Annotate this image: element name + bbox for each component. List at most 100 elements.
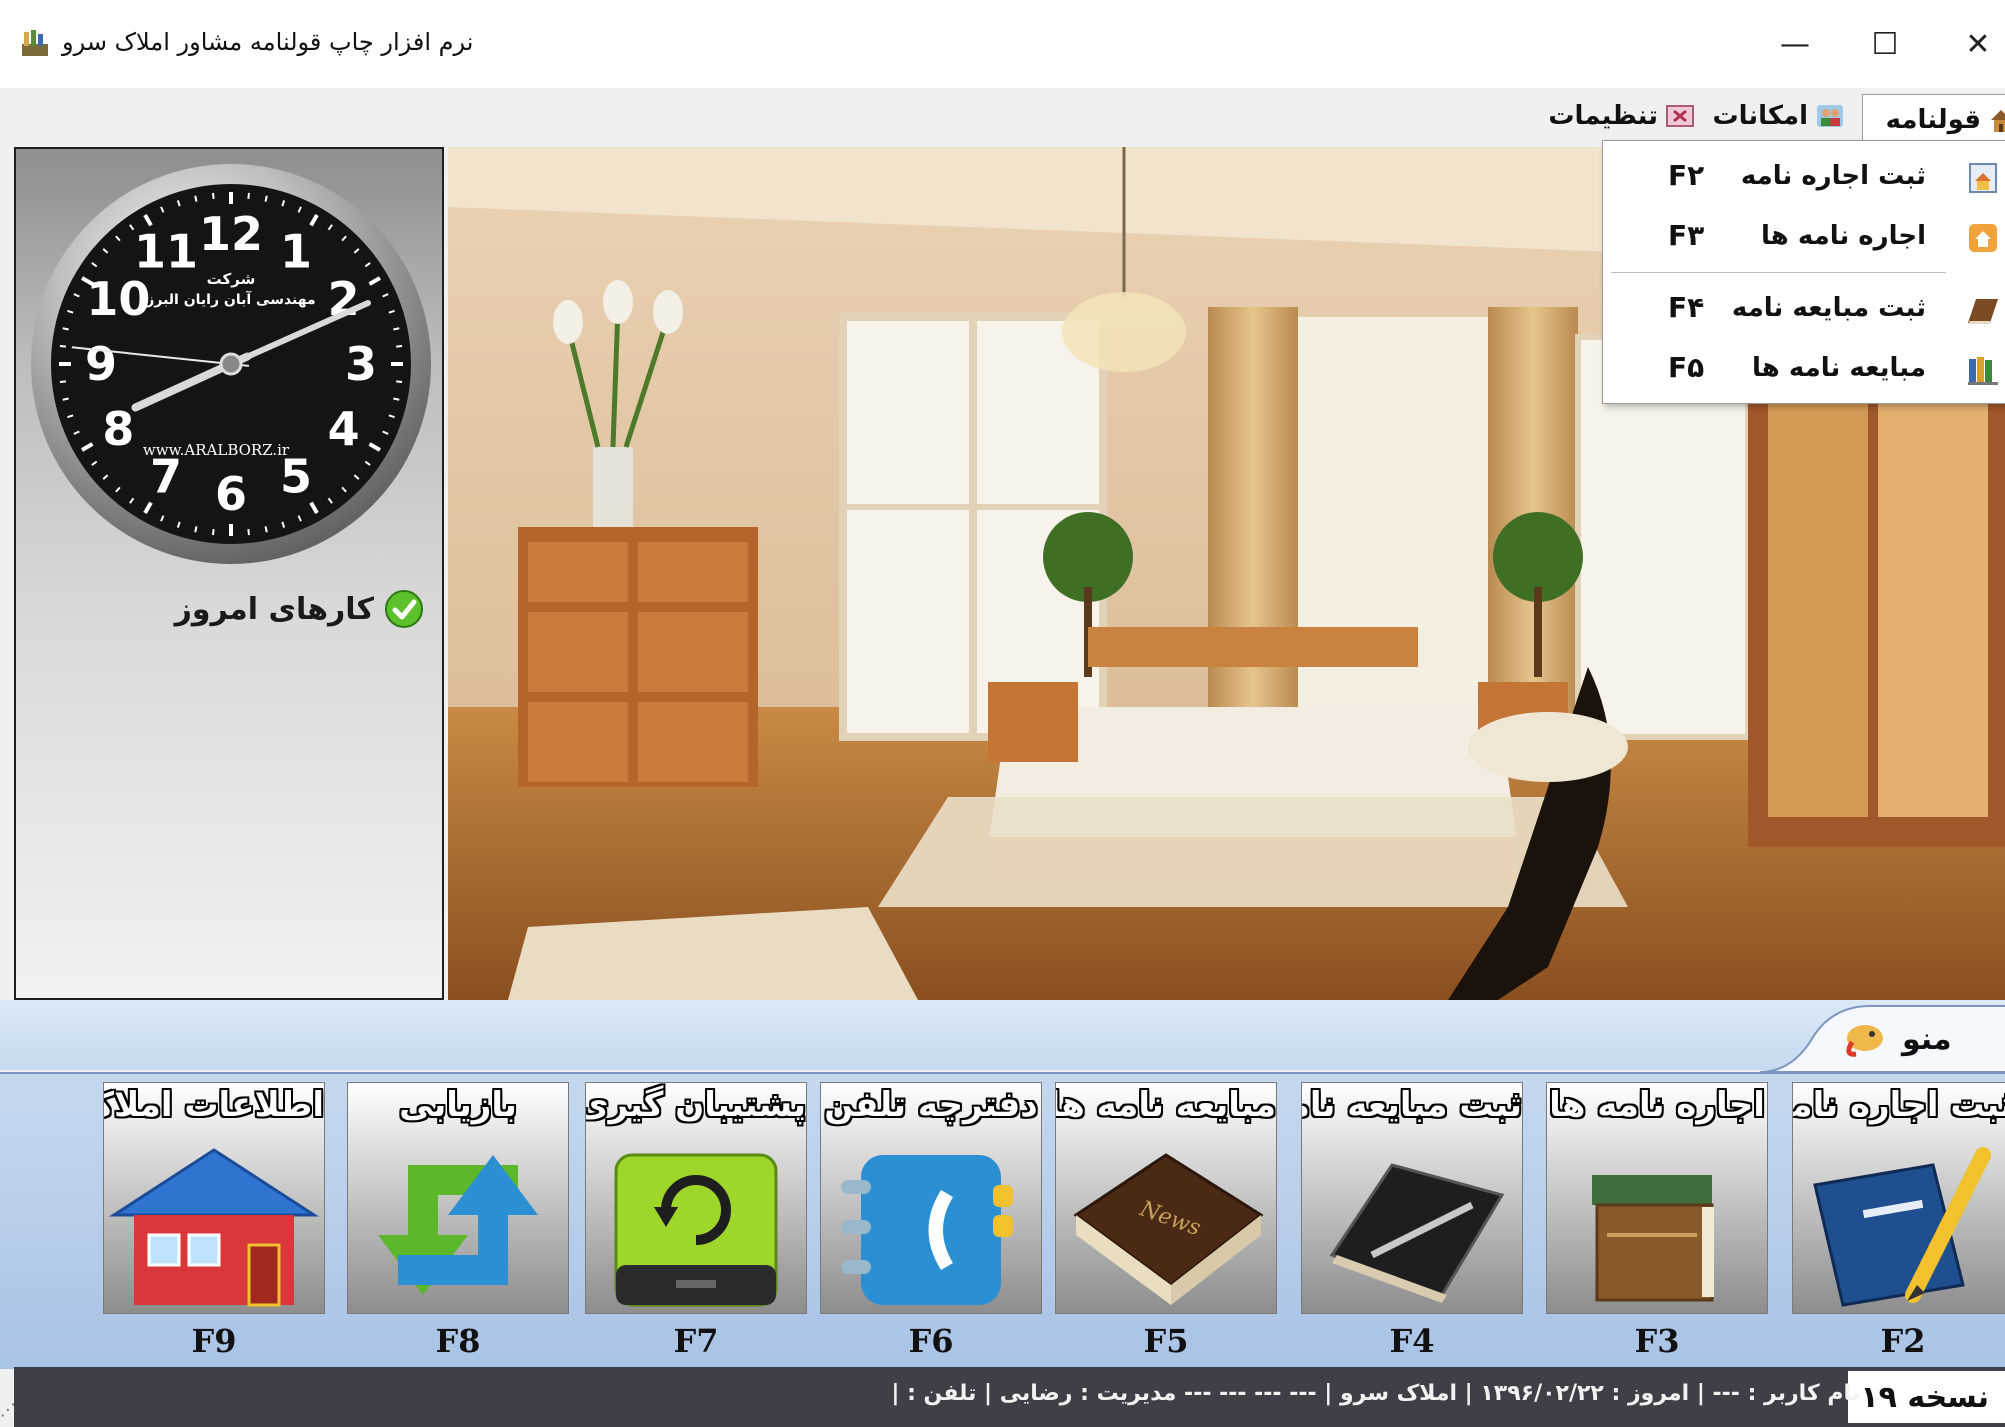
tile-label: بازیابی	[399, 1085, 517, 1125]
tile-restore[interactable]: بازیابی	[347, 1082, 569, 1314]
clock-number: 6	[215, 467, 247, 521]
users-icon	[1817, 105, 1843, 127]
dropdown-item-shortcut: F۴	[1668, 291, 1705, 324]
tile-label: پشتیبان گیری	[585, 1085, 806, 1125]
tile-register-lease[interactable]: ثبت اجاره نامه	[1792, 1082, 2005, 1314]
dropdown-item-label: ثبت مبایعه نامه	[1731, 293, 1926, 323]
clock-tick	[212, 192, 215, 200]
tile-label: ثبت اجاره نامه	[1792, 1085, 2005, 1125]
clock-number: 11	[134, 224, 198, 278]
clock-tick	[264, 195, 268, 202]
menu-qolnameh-label: قولنامه	[1885, 105, 1981, 135]
menu-bar: قولنامه امکانات تنظیمات	[0, 88, 2005, 145]
clock-number: 1	[280, 224, 312, 278]
clock-tick	[59, 380, 67, 383]
dropdown-separator	[1611, 272, 1946, 273]
dropdown-item-register-lease[interactable]: ثبت اجاره نامه F۲	[1603, 149, 2005, 207]
tile-shortcut-key: F7	[673, 1322, 719, 1360]
clock-company-name: مهندسی آبان رایان البرز	[145, 290, 315, 308]
clock-tick	[247, 528, 250, 536]
minimize-button[interactable]: —	[1765, 22, 1825, 66]
menu-settings-label: تنظیمات	[1548, 101, 1658, 131]
dropdown-item-label: اجاره نامه ها	[1760, 221, 1926, 251]
clock-number: 8	[102, 402, 134, 456]
tile-shortcut-key: F3	[1634, 1322, 1680, 1360]
tile-label: مبایعه نامه ها	[1055, 1085, 1276, 1125]
tile-register-sale[interactable]: ثبت مبایعه نامه	[1301, 1082, 1523, 1314]
clock-tick	[393, 327, 400, 331]
dropdown-item-leases[interactable]: اجاره نامه ها F۳	[1603, 209, 2005, 267]
clock-number: 10	[86, 272, 150, 326]
document-house-icon	[1969, 163, 1997, 193]
clock-number: 3	[345, 337, 377, 391]
status-details: نام کاربر : --- | امروز : ۱۳۹۶/۰۲/۲۲ | ا…	[891, 1381, 1860, 1406]
clock-tick	[62, 327, 69, 331]
menu-tab-band	[0, 1000, 2005, 1070]
tile-property-info[interactable]: اطلاعات املاک	[103, 1082, 325, 1314]
notebook-pencil-icon	[1813, 1147, 1991, 1307]
menu-settings[interactable]: تنظیمات	[1535, 94, 1700, 138]
clock-center	[219, 352, 243, 376]
maximize-button[interactable]: ☐	[1855, 22, 1915, 66]
clock-tick	[212, 528, 215, 536]
clock-tick	[395, 380, 403, 383]
clock-number: 12	[199, 207, 263, 261]
version-badge: نسخه ۱۹	[1848, 1371, 2005, 1423]
clock-tick	[62, 397, 69, 401]
menu-emkanat[interactable]: امکانات	[1710, 94, 1850, 138]
clock-tick	[59, 345, 67, 348]
title-bar: نرم افزار چاپ قولنامه مشاور املاک سرو — …	[0, 0, 2005, 88]
menu-tab[interactable]	[1760, 1002, 2005, 1072]
clock-tick	[395, 345, 403, 348]
clock-company: شرکت	[207, 270, 256, 288]
phonebook-icon	[841, 1155, 1013, 1305]
clock-panel: 1 2 3 4 5 6 7 8 9 10 11 12 شرکت مهندسی آبان رایان ا…	[14, 147, 444, 1000]
tile-phonebook[interactable]: دفترچه تلفن	[820, 1082, 1042, 1314]
menu-qolnameh[interactable]: قولنامه	[1862, 94, 2005, 145]
dropdown-item-shortcut: F۳	[1668, 219, 1705, 252]
menu-tab-label: منو	[1902, 1022, 1952, 1057]
clock-tick	[264, 526, 268, 533]
dropdown-item-label: ثبت اجاره نامه	[1740, 161, 1926, 191]
window-title: نرم افزار چاپ قولنامه مشاور املاک سرو	[62, 28, 474, 56]
clock-website: www.ARALBORZ.ir	[143, 441, 290, 459]
houses-icon	[1991, 110, 2005, 132]
house-icon	[108, 1148, 320, 1307]
clock-tick	[194, 195, 198, 202]
today-tasks-label: کارهای امروز	[174, 591, 374, 627]
dropdown-item-shortcut: F۵	[1668, 351, 1705, 384]
clock-tick	[194, 526, 198, 533]
dropdown-item-label: مبایعه نامه ها	[1752, 353, 1926, 383]
close-button[interactable]: ✕	[1948, 22, 2005, 66]
tile-label: اجاره نامه ها	[1549, 1085, 1765, 1125]
tile-shortcut-key: F6	[908, 1322, 954, 1360]
status-bar: نسخه ۱۹ نام کاربر : --- | امروز : ۱۳۹۶/۰…	[14, 1367, 2005, 1427]
today-tasks[interactable]: کارهای امروز	[175, 589, 424, 629]
book-icon	[1968, 299, 1998, 324]
settings-window-icon	[1666, 105, 1694, 127]
backup-drive-icon	[614, 1153, 778, 1307]
app-logo-icon	[22, 30, 48, 56]
clock-tick	[247, 192, 250, 200]
tile-shortcut-key: F4	[1389, 1322, 1435, 1360]
tile-leases[interactable]: اجاره نامه ها	[1546, 1082, 1768, 1314]
tile-label: اطلاعات املاک	[103, 1085, 324, 1125]
restore-arrows-icon	[378, 1155, 538, 1295]
tile-label: دفترچه تلفن	[824, 1085, 1038, 1125]
qolnameh-dropdown: ثبت اجاره نامه F۲ اجاره نامه ها F۳ ثبت م…	[1602, 140, 2005, 404]
clock-number: 4	[328, 402, 360, 456]
tile-shortcut-key: F5	[1143, 1322, 1189, 1360]
clock-tick	[393, 397, 400, 401]
analog-clock: 1234567891011 12 شرکت مهندسی آبان رایان ا…	[31, 164, 431, 564]
menu-emkanat-label: امکانات	[1712, 101, 1808, 131]
tile-sales[interactable]: News مبایعه نامه ها	[1055, 1082, 1277, 1314]
black-notebook-pen-icon	[1329, 1163, 1505, 1303]
clock-number: 9	[85, 337, 117, 391]
tile-backup[interactable]: پشتیبان گیری	[585, 1082, 807, 1314]
dropdown-item-sales[interactable]: مبایعه نامه ها F۵	[1603, 341, 2005, 399]
tile-shortcut-key: F2	[1880, 1322, 1926, 1360]
resize-grip[interactable]: ⋰	[0, 1400, 16, 1419]
home-icon	[1969, 224, 1997, 252]
dropdown-item-shortcut: F۲	[1668, 159, 1705, 192]
dropdown-item-register-sale[interactable]: ثبت مبایعه نامه F۴	[1603, 281, 2005, 339]
